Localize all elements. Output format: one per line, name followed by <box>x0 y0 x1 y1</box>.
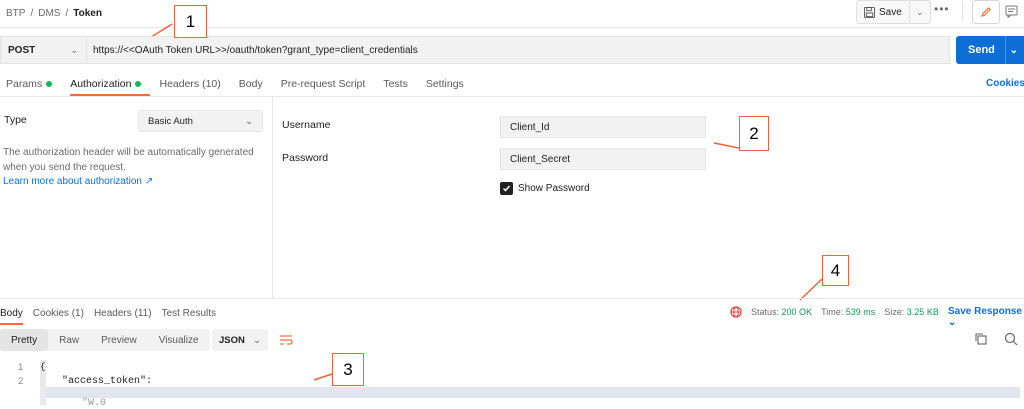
auth-description: The authorization header will be automat… <box>3 146 258 175</box>
tab-params-label: Params <box>6 78 43 90</box>
view-raw-button[interactable]: Raw <box>48 329 90 351</box>
tab-tests[interactable]: Tests <box>383 74 417 94</box>
tab-headers[interactable]: Headers (10) <box>159 74 229 94</box>
time-value[interactable]: 539 ms <box>846 307 876 317</box>
code-line-1: { <box>40 362 46 372</box>
globe-icon[interactable] <box>730 306 742 318</box>
method-select[interactable]: POST ⌄ <box>0 36 86 64</box>
request-tabs: Params Authorization Headers (10) Body P… <box>6 74 482 96</box>
chevron-down-icon: ⌄ <box>245 115 253 127</box>
response-tabs: Body Cookies (1) Headers (11) Test Resul… <box>0 305 226 325</box>
tab-authorization[interactable]: Authorization <box>70 74 151 96</box>
wrap-lines-button[interactable] <box>276 330 296 350</box>
password-input[interactable]: Client_Secret <box>500 148 706 170</box>
chevron-down-icon: ⌄ <box>948 317 957 328</box>
show-password-checkbox[interactable] <box>500 182 513 195</box>
auth-description-line: The authorization header will be automat… <box>3 147 254 158</box>
cookies-link[interactable]: Cookies <box>986 78 1024 89</box>
callout-1: 1 <box>174 5 207 38</box>
tab-headers-label: Headers (10) <box>159 78 221 90</box>
send-button[interactable]: Send ⌄ <box>956 36 1024 64</box>
learn-more-link[interactable]: Learn more about authorization ↗ <box>3 176 153 187</box>
line-gutter: 1 2 <box>0 358 40 405</box>
username-input[interactable]: Client_Id <box>500 116 706 138</box>
view-mode-group: Pretty Raw Preview Visualize <box>0 329 210 351</box>
size-value[interactable]: 3.25 KB <box>907 307 939 317</box>
response-tab-headers[interactable]: Headers (11) <box>94 305 152 321</box>
checkmark-icon <box>502 185 511 192</box>
format-value: JSON <box>219 334 245 346</box>
tab-prerequest-label: Pre-request Script <box>280 78 366 90</box>
callout-3-pointer <box>313 373 333 381</box>
code-line-3: "W.0 <box>82 398 107 409</box>
search-icon <box>1004 332 1018 346</box>
copy-button[interactable] <box>974 332 990 348</box>
callout-2-pointer <box>713 142 740 149</box>
response-tab-cookies[interactable]: Cookies (1) <box>33 305 84 321</box>
tab-settings-label: Settings <box>425 78 464 90</box>
panel-divider <box>272 96 273 298</box>
url-input[interactable]: https://<<OAuth Token URL>>/oauth/token?… <box>86 36 950 64</box>
auth-type-value: Basic Auth <box>148 115 193 127</box>
callout-4: 4 <box>822 255 849 286</box>
callout-3: 3 <box>332 353 364 386</box>
highlighted-line <box>46 387 1020 398</box>
size-label: Size: <box>884 307 905 317</box>
callout-4-pointer <box>799 278 823 301</box>
response-view-bar: Pretty Raw Preview Visualize <box>0 329 210 351</box>
username-label: Username <box>282 119 331 131</box>
status-value[interactable]: 200 OK <box>782 307 813 317</box>
divider <box>0 298 1024 299</box>
auth-type-label: Type <box>4 114 27 126</box>
tab-body[interactable]: Body <box>239 74 272 94</box>
divider <box>0 96 1024 97</box>
tab-settings[interactable]: Settings <box>426 74 473 94</box>
status-label: Status: <box>751 307 780 317</box>
tab-prerequest-script[interactable]: Pre-request Script <box>281 74 375 94</box>
copy-icon <box>975 333 987 345</box>
time-label: Time: <box>821 307 844 317</box>
format-select[interactable]: JSON ⌄ <box>212 329 268 351</box>
view-visualize-button[interactable]: Visualize <box>148 329 210 351</box>
tab-tests-label: Tests <box>383 78 408 90</box>
tab-params[interactable]: Params <box>6 74 61 94</box>
line-number: 1 <box>18 362 24 373</box>
view-preview-button[interactable]: Preview <box>90 329 148 351</box>
save-response-label: Save Response <box>948 306 1022 317</box>
status-dot-icon <box>135 81 142 87</box>
method-value: POST <box>8 44 36 56</box>
tab-body-label: Body <box>238 78 263 90</box>
response-status: Status: 200 OK Time: 539 ms Size: 3.25 K… <box>730 306 939 318</box>
line-number: 2 <box>18 376 24 387</box>
response-tab-test-results[interactable]: Test Results <box>162 305 216 321</box>
tab-authorization-label: Authorization <box>70 78 132 90</box>
save-response-button[interactable]: Save Response ⌄ <box>948 306 1024 328</box>
status-dot-icon <box>46 81 53 87</box>
auth-type-select[interactable]: Basic Auth ⌄ <box>138 110 263 132</box>
callout-2: 2 <box>739 116 769 151</box>
chevron-down-icon: ⌄ <box>70 44 78 55</box>
password-label: Password <box>282 152 329 164</box>
chevron-down-icon[interactable]: ⌄ <box>1010 45 1018 56</box>
view-pretty-button[interactable]: Pretty <box>0 329 49 351</box>
auth-description-line: when you send the request. <box>3 161 126 173</box>
wrap-lines-icon <box>280 335 293 345</box>
show-password-label: Show Password <box>518 183 590 194</box>
response-tab-body[interactable]: Body <box>0 305 23 325</box>
divider <box>1004 36 1006 64</box>
chevron-down-icon: ⌄ <box>253 334 261 346</box>
code-line-2: "access_token": <box>62 376 153 387</box>
search-button[interactable] <box>1004 332 1020 348</box>
send-label: Send <box>968 44 995 56</box>
